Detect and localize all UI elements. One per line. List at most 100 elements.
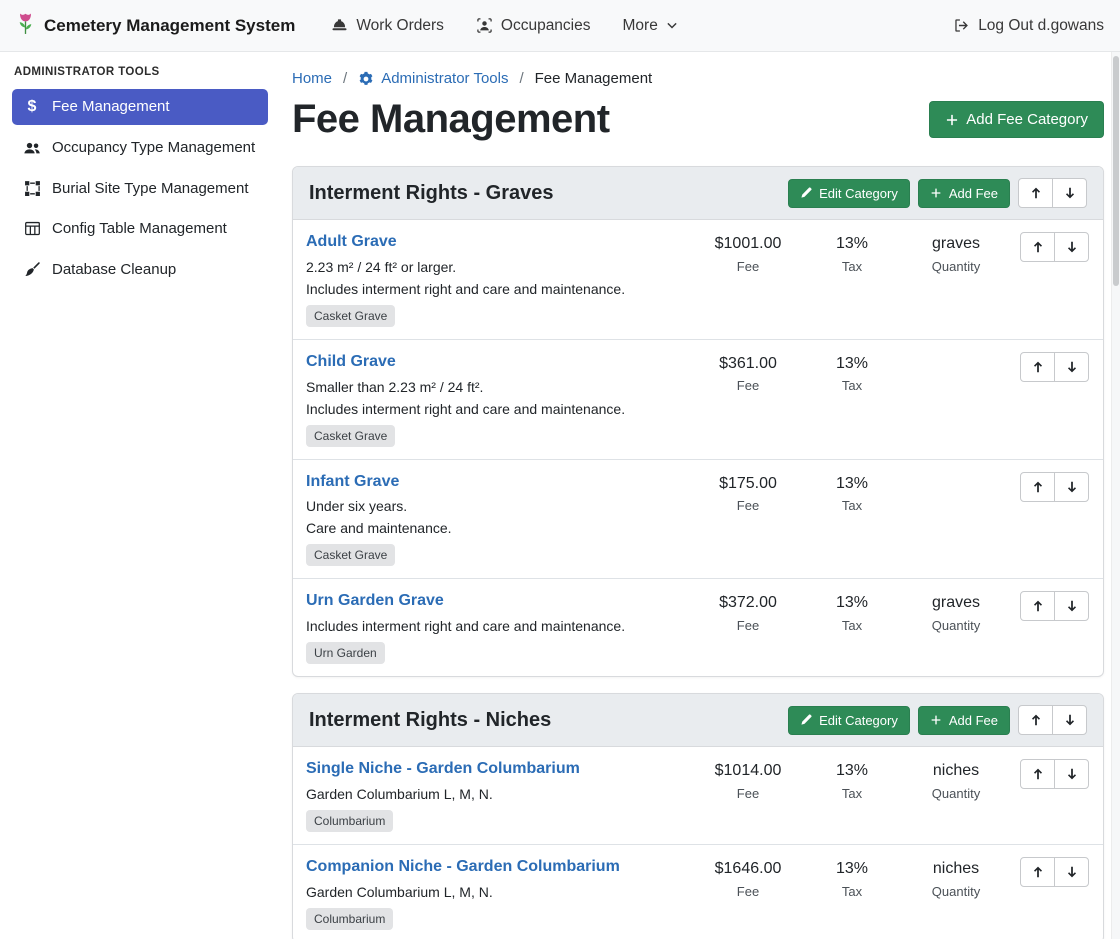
move-fee-up-button[interactable]	[1020, 472, 1055, 502]
move-fee-up-button[interactable]	[1020, 759, 1055, 789]
arrow-down-icon	[1065, 767, 1079, 781]
breadcrumb: Home / Administrator Tools / Fee Managem…	[292, 70, 1104, 87]
fee-name-link[interactable]: Infant Grave	[306, 472, 399, 493]
fee-description: Includes interment right and care and ma…	[306, 281, 688, 297]
arrow-down-icon	[1065, 865, 1079, 879]
quantity-label: Quantity	[904, 884, 1008, 899]
fee-amount-col: $175.00 Fee	[696, 472, 800, 514]
nav-work-orders-label: Work Orders	[356, 17, 444, 35]
fee-amount-col: $1014.00 Fee	[696, 759, 800, 801]
move-fee-down-button[interactable]	[1054, 232, 1089, 262]
fee-info: Infant Grave Under six years. Care and m…	[306, 472, 696, 567]
arrow-up-icon	[1031, 480, 1045, 494]
nav-work-orders[interactable]: Work Orders	[331, 17, 444, 35]
move-fee-down-button[interactable]	[1054, 472, 1089, 502]
quantity-value: niches	[904, 760, 1008, 782]
fee-row: Child Grave Smaller than 2.23 m² / 24 ft…	[293, 340, 1103, 460]
fee-description: 2.23 m² / 24 ft² or larger.	[306, 259, 688, 275]
fee-reorder-group	[1020, 759, 1089, 789]
quantity-col: graves Quantity	[904, 591, 1008, 633]
arrow-down-icon	[1065, 599, 1079, 613]
tax-col: 13% Tax	[800, 591, 904, 633]
fee-name-link[interactable]: Single Niche - Garden Columbarium	[306, 759, 580, 780]
arrow-down-icon	[1065, 480, 1079, 494]
tax-value: 13%	[800, 473, 904, 495]
quantity-value: niches	[904, 858, 1008, 880]
move-category-up-button[interactable]	[1018, 178, 1053, 208]
breadcrumb-home[interactable]: Home	[292, 70, 332, 87]
sidebar-item-config-table-management[interactable]: Config Table Management	[12, 211, 268, 247]
fee-name-link[interactable]: Child Grave	[306, 352, 396, 373]
nav-occupancies[interactable]: Occupancies	[476, 17, 591, 35]
tax-label: Tax	[800, 378, 904, 393]
move-fee-up-button[interactable]	[1020, 857, 1055, 887]
tax-col: 13% Tax	[800, 857, 904, 899]
quantity-label: Quantity	[904, 786, 1008, 801]
tax-label: Tax	[800, 786, 904, 801]
fee-amount-label: Fee	[696, 498, 800, 513]
sidebar-heading: Administrator Tools	[12, 62, 268, 89]
logout-link[interactable]: Log Out d.gowans	[953, 17, 1104, 35]
edit-category-label: Edit Category	[819, 713, 898, 728]
brand-link[interactable]: Cemetery Management System	[16, 12, 295, 40]
tax-label: Tax	[800, 884, 904, 899]
chevron-down-icon	[666, 20, 678, 32]
move-fee-up-button[interactable]	[1020, 352, 1055, 382]
category-actions: Edit Category Add Fee	[788, 705, 1087, 735]
fee-name-link[interactable]: Adult Grave	[306, 232, 397, 253]
fee-reorder-group	[1020, 472, 1089, 502]
fee-amount-label: Fee	[696, 786, 800, 801]
breadcrumb-separator: /	[519, 70, 523, 87]
pencil-icon	[800, 714, 812, 726]
fee-name-link[interactable]: Urn Garden Grave	[306, 591, 444, 612]
add-fee-category-button[interactable]: Add Fee Category	[929, 101, 1104, 138]
sidebar-item-database-cleanup[interactable]: Database Cleanup	[12, 252, 268, 288]
page-header: Fee Management Add Fee Category	[292, 97, 1104, 142]
fee-amount-label: Fee	[696, 259, 800, 274]
sidebar-item-label: Config Table Management	[52, 219, 227, 239]
move-category-down-button[interactable]	[1052, 178, 1087, 208]
fee-amount-col: $372.00 Fee	[696, 591, 800, 633]
category-reorder-group	[1018, 178, 1087, 208]
category-title: Interment Rights - Graves	[309, 182, 554, 205]
quantity-value: graves	[904, 233, 1008, 255]
fee-amount-col: $1001.00 Fee	[696, 232, 800, 274]
move-category-down-button[interactable]	[1052, 705, 1087, 735]
breadcrumb-admin-tools[interactable]: Administrator Tools	[358, 70, 508, 87]
move-fee-down-button[interactable]	[1054, 352, 1089, 382]
fee-description: Includes interment right and care and ma…	[306, 618, 688, 634]
move-fee-down-button[interactable]	[1054, 857, 1089, 887]
fee-reorder-group	[1020, 591, 1089, 621]
bounding-box-icon	[22, 180, 42, 197]
quantity-col: niches Quantity	[904, 759, 1008, 801]
sidebar-item-occupancy-type-management[interactable]: Occupancy Type Management	[12, 130, 268, 166]
add-fee-button[interactable]: Add Fee	[918, 179, 1010, 208]
edit-category-button[interactable]: Edit Category	[788, 706, 910, 735]
fee-type-badge: Casket Grave	[306, 305, 395, 327]
move-fee-up-button[interactable]	[1020, 591, 1055, 621]
nav-more-label: More	[623, 17, 658, 35]
plus-icon	[945, 113, 959, 127]
sidebar-item-label: Burial Site Type Management	[52, 179, 249, 199]
move-fee-up-button[interactable]	[1020, 232, 1055, 262]
quantity-col	[904, 352, 1008, 357]
sidebar-item-burial-site-type-management[interactable]: Burial Site Type Management	[12, 171, 268, 207]
sidebar-item-fee-management[interactable]: $ Fee Management	[12, 89, 268, 125]
scrollbar-thumb[interactable]	[1113, 56, 1119, 286]
add-fee-button[interactable]: Add Fee	[918, 706, 1010, 735]
page-scrollbar[interactable]	[1111, 52, 1120, 939]
nav-more[interactable]: More	[623, 17, 678, 35]
fee-row: Single Niche - Garden Columbarium Garden…	[293, 747, 1103, 845]
fee-info: Child Grave Smaller than 2.23 m² / 24 ft…	[306, 352, 696, 447]
move-fee-down-button[interactable]	[1054, 591, 1089, 621]
fee-info: Adult Grave 2.23 m² / 24 ft² or larger. …	[306, 232, 696, 327]
add-fee-label: Add Fee	[949, 713, 998, 728]
category-title: Interment Rights - Niches	[309, 709, 551, 732]
fee-type-badge: Casket Grave	[306, 425, 395, 447]
move-category-up-button[interactable]	[1018, 705, 1053, 735]
nav-occupancies-label: Occupancies	[501, 17, 591, 35]
fee-name-link[interactable]: Companion Niche - Garden Columbarium	[306, 857, 620, 878]
edit-category-button[interactable]: Edit Category	[788, 179, 910, 208]
move-fee-down-button[interactable]	[1054, 759, 1089, 789]
arrow-down-icon	[1063, 186, 1077, 200]
